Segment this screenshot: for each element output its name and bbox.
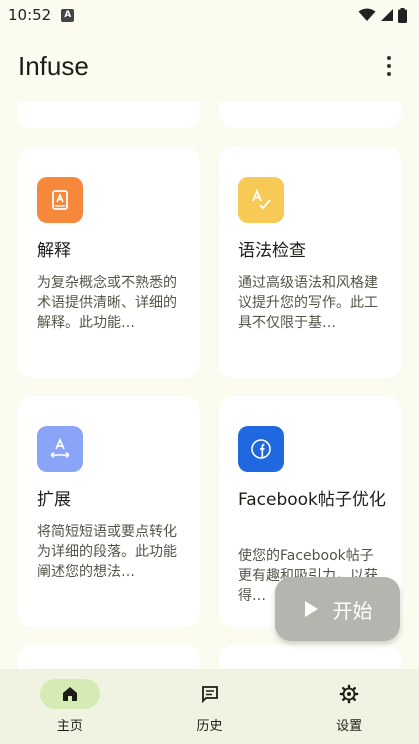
app-bar: Infuse bbox=[0, 30, 419, 102]
status-time: 10:52 bbox=[8, 6, 52, 24]
home-icon bbox=[62, 687, 77, 701]
feature-card-expand[interactable]: 扩展 将简短短语或要点转化为详细的段落。此功能阐述您的想法… bbox=[18, 396, 200, 627]
feature-card-explain[interactable]: 解释 为复杂概念或不熟悉的术语提供清晰、详细的解释。此功能… bbox=[18, 147, 200, 378]
nav-item-settings[interactable]: 设置 bbox=[279, 669, 419, 744]
card-description: 将简短短语或要点转化为详细的段落。此功能阐述您的想法… bbox=[37, 524, 177, 580]
gear-icon bbox=[339, 684, 359, 704]
app-title: Infuse bbox=[18, 50, 89, 81]
feature-card-grammar[interactable]: 语法检查 通过高级语法和风格建议提升您的写作。此工具不仅限于基… bbox=[219, 147, 401, 378]
card-title: 语法检查 bbox=[238, 241, 306, 261]
bottom-nav: 主页 历史 设置 bbox=[0, 669, 419, 744]
battery-icon bbox=[398, 7, 407, 23]
feature-card-partial[interactable] bbox=[219, 645, 401, 669]
card-title: Facebook帖子优化 bbox=[238, 490, 386, 510]
more-vert-icon[interactable] bbox=[377, 48, 401, 84]
wifi-icon bbox=[358, 8, 376, 21]
status-indicators bbox=[358, 7, 407, 23]
nav-pill-history bbox=[180, 679, 240, 709]
status-bar: 10:52 A bbox=[0, 0, 419, 30]
nav-pill-home bbox=[39, 679, 100, 709]
signal-icon bbox=[381, 9, 393, 21]
nav-label: 历史 bbox=[196, 719, 223, 734]
card-description: 为复杂概念或不熟悉的术语提供清晰、详细的解释。此功能… bbox=[37, 275, 177, 331]
nav-label: 主页 bbox=[56, 719, 83, 734]
nav-item-home[interactable]: 主页 bbox=[0, 669, 140, 744]
nav-pill-settings bbox=[319, 679, 379, 709]
nav-label: 设置 bbox=[336, 719, 363, 734]
start-button[interactable]: 开始 bbox=[275, 577, 400, 641]
notification-icon: A bbox=[61, 8, 75, 22]
card-description: 通过高级语法和风格建议提升您的写作。此工具不仅限于基… bbox=[238, 275, 378, 331]
chat-icon bbox=[201, 686, 218, 704]
expand-icon bbox=[37, 426, 83, 472]
play-icon bbox=[304, 601, 318, 617]
book-icon bbox=[37, 177, 83, 223]
card-title: 扩展 bbox=[37, 490, 71, 510]
facebook-icon bbox=[238, 426, 284, 472]
feature-card-partial[interactable] bbox=[18, 102, 200, 128]
card-title: 解释 bbox=[37, 241, 71, 261]
start-button-label: 开始 bbox=[332, 598, 373, 623]
spellcheck-icon bbox=[238, 177, 284, 223]
feature-card-partial[interactable] bbox=[18, 645, 200, 669]
nav-item-history[interactable]: 历史 bbox=[140, 669, 280, 744]
feature-card-partial[interactable] bbox=[219, 102, 401, 128]
